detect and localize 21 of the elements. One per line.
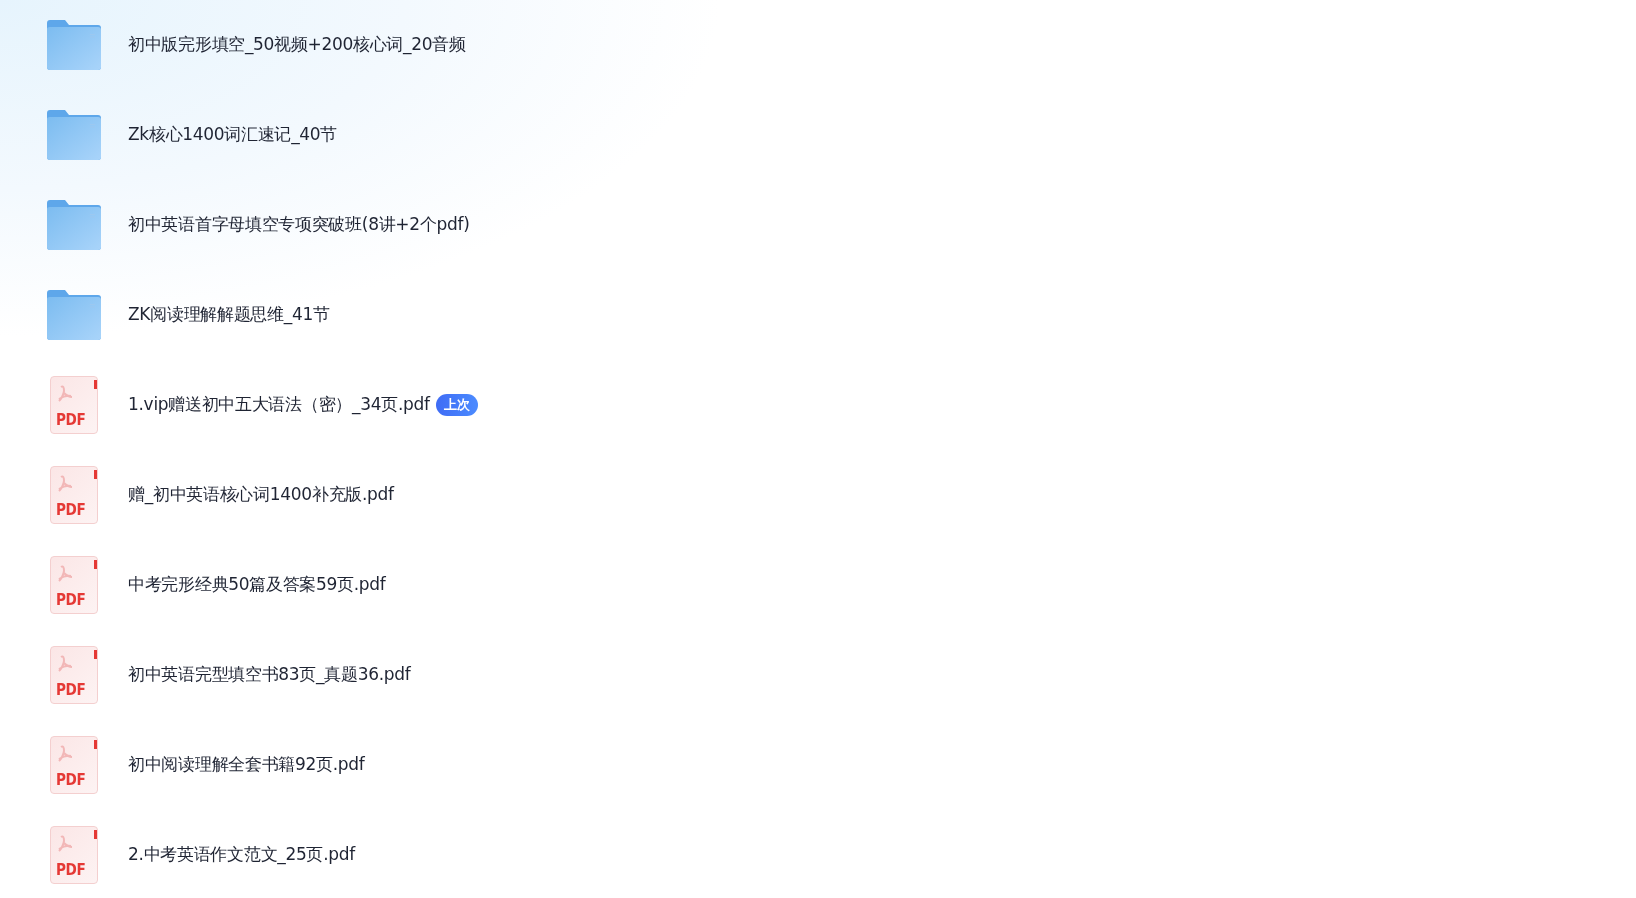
pdf-file-icon: PDF xyxy=(50,736,98,794)
file-name[interactable]: 初中英语首字母填空专项突破班(8讲+2个pdf) xyxy=(128,212,470,238)
folder-icon xyxy=(47,110,101,160)
pdf-file-icon: PDF xyxy=(50,556,98,614)
pdf-file-icon: PDF xyxy=(50,376,98,434)
pdf-file-icon: PDF xyxy=(50,826,98,884)
file-name[interactable]: ZK阅读理解解题思维_41节 xyxy=(128,302,330,328)
last-opened-tag: 上次 xyxy=(435,393,478,417)
file-name[interactable]: 中考完形经典50篇及答案59页.pdf xyxy=(128,572,386,598)
file-name[interactable]: 2.中考英语作文范文_25页.pdf xyxy=(128,842,355,868)
file-name[interactable]: 赠_初中英语核心词1400补充版.pdf xyxy=(128,482,394,508)
file-name[interactable]: 初中版完形填空_50视频+200核心词_20音频 xyxy=(128,32,466,58)
file-name[interactable]: 初中阅读理解全套书籍92页.pdf xyxy=(128,752,365,778)
pdf-file-icon: PDF xyxy=(50,646,98,704)
file-name[interactable]: Zk核心1400词汇速记_40节 xyxy=(128,122,338,148)
file-name[interactable]: 初中英语完型填空书83页_真题36.pdf xyxy=(128,662,411,688)
folder-icon xyxy=(47,20,101,70)
file-name[interactable]: 1.vip赠送初中五大语法（密）_34页.pdf xyxy=(128,392,430,418)
folder-icon xyxy=(47,290,101,340)
pdf-file-icon: PDF xyxy=(50,466,98,524)
folder-icon xyxy=(47,200,101,250)
